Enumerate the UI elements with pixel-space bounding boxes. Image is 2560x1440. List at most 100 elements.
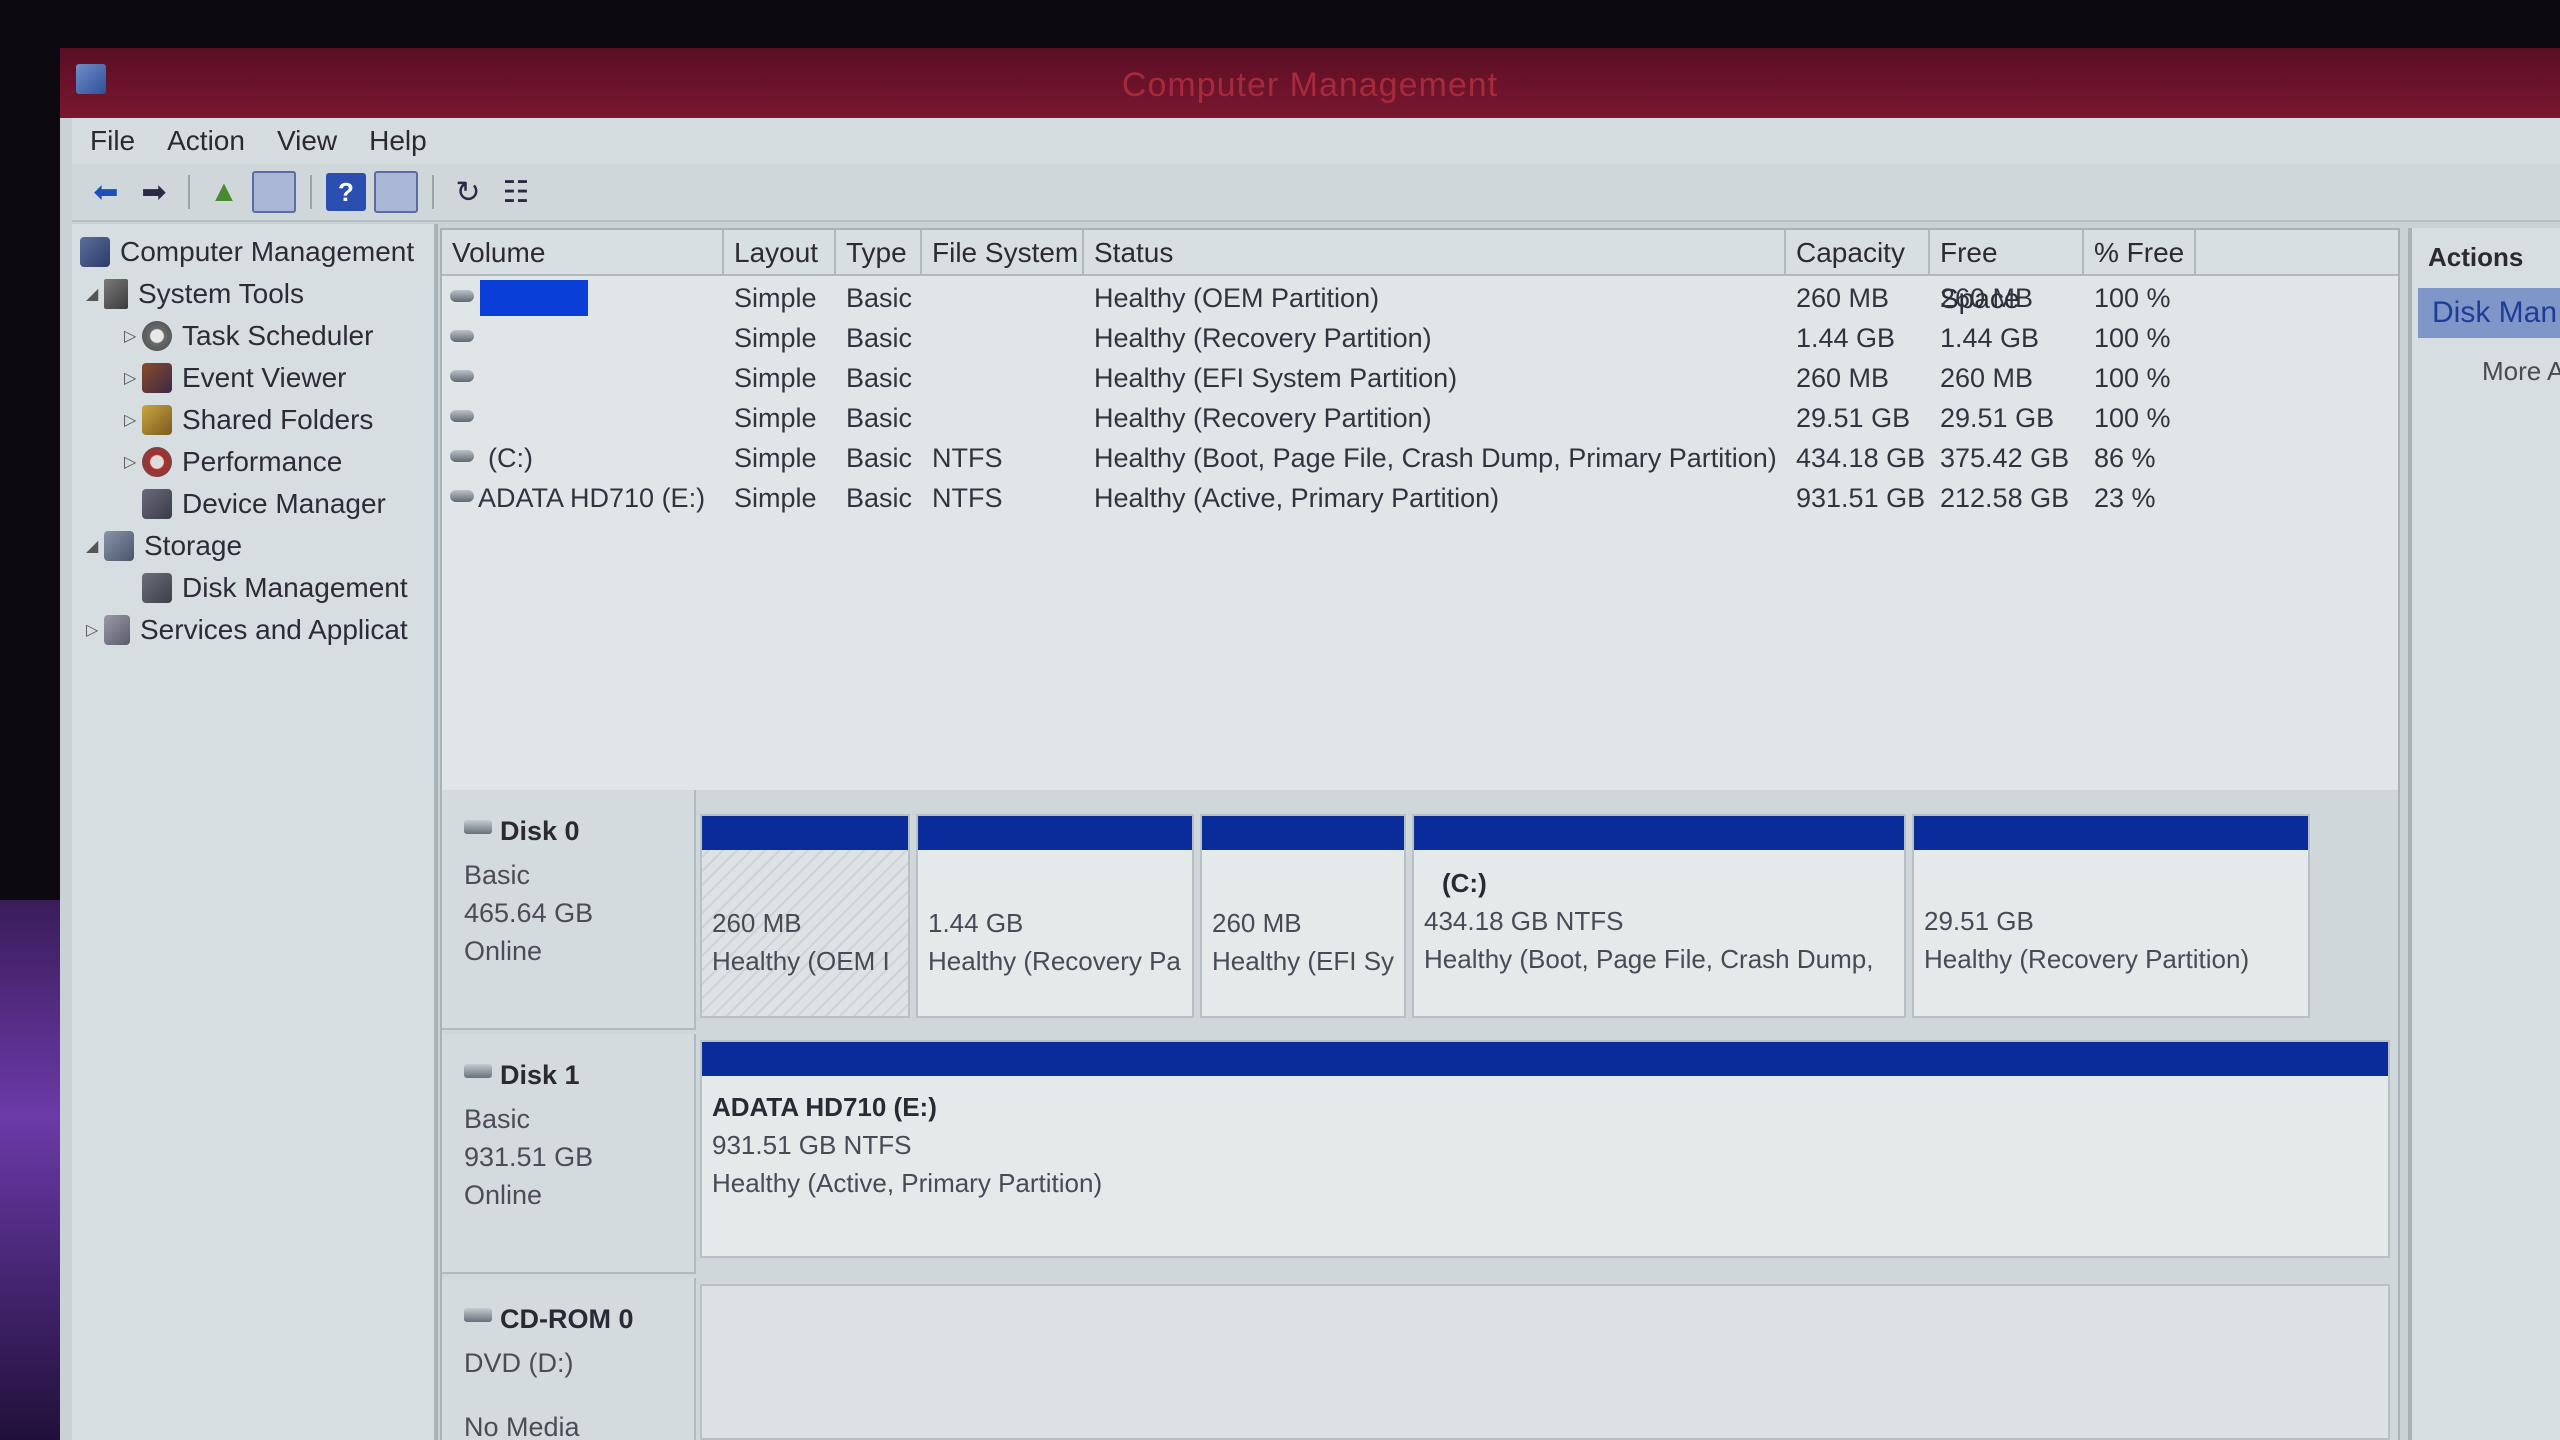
window-title: Computer Management bbox=[1121, 66, 1499, 104]
partition-size: 29.51 GB bbox=[1924, 906, 2034, 936]
volume-row[interactable]: Simple Basic Healthy (Recovery Partition… bbox=[442, 398, 2398, 438]
tree-item-event-viewer[interactable]: ▷ Event Viewer bbox=[124, 358, 346, 398]
disk-state: Online bbox=[464, 1180, 543, 1210]
up-folder-icon[interactable]: ▲ bbox=[204, 173, 244, 211]
volume-list: Volume Layout Type File System Status Ca… bbox=[440, 228, 2400, 792]
cell-capacity: 931.51 GB bbox=[1796, 483, 1926, 513]
tree-item-services-and-applications[interactable]: ▷ Services and Applicat bbox=[86, 610, 408, 650]
column-header-type[interactable]: Type bbox=[836, 230, 922, 274]
partition-c-drive[interactable]: (C:) 434.18 GB NTFS Healthy (Boot, Page … bbox=[1412, 814, 1906, 1018]
column-header-status[interactable]: Status bbox=[1084, 230, 1786, 274]
column-header-volume[interactable]: Volume bbox=[442, 230, 724, 274]
tree-item-storage[interactable]: ◢ Storage bbox=[86, 526, 242, 566]
menu-action[interactable]: Action bbox=[149, 125, 259, 157]
partition-recovery-1[interactable]: 1.44 GB Healthy (Recovery Pa bbox=[916, 814, 1194, 1018]
cell-status: Healthy (Active, Primary Partition) bbox=[1094, 483, 1500, 513]
collapsed-arrow-icon[interactable]: ▷ bbox=[86, 620, 104, 640]
cdrom-media-area[interactable] bbox=[700, 1284, 2390, 1440]
collapsed-arrow-icon[interactable]: ▷ bbox=[124, 452, 142, 472]
cell-percent-free: 100 % bbox=[2094, 283, 2171, 313]
disk-label-cdrom-0[interactable]: CD-ROM 0 DVD (D:) No Media bbox=[442, 1278, 696, 1440]
tree-item-computer-management[interactable]: Computer Management bbox=[80, 232, 414, 272]
partition-status: Healthy (OEM I bbox=[712, 946, 890, 976]
column-header-free-space[interactable]: Free Space bbox=[1930, 230, 2084, 314]
disk-size: 465.64 GB bbox=[464, 898, 594, 928]
tree-item-label: Services and Applicat bbox=[140, 614, 408, 645]
show-hide-tree-icon[interactable] bbox=[252, 171, 296, 213]
help-icon[interactable]: ? bbox=[326, 173, 366, 211]
tree-item-label: Computer Management bbox=[120, 236, 415, 267]
properties-icon[interactable]: ☷ bbox=[496, 173, 536, 211]
tree-item-label: Task Scheduler bbox=[182, 320, 374, 351]
collapsed-arrow-icon[interactable]: ▷ bbox=[124, 368, 142, 388]
view-panel-icon[interactable] bbox=[374, 171, 418, 213]
computer-management-icon bbox=[80, 237, 110, 267]
volume-row[interactable]: Simple Basic Healthy (Recovery Partition… bbox=[442, 318, 2398, 358]
disk-label-disk-0[interactable]: Disk 0 Basic 465.64 GB Online bbox=[442, 790, 696, 1030]
volume-row[interactable]: (C:) Simple Basic NTFS Healthy (Boot, Pa… bbox=[442, 438, 2398, 478]
refresh-icon[interactable]: ↻ bbox=[448, 173, 488, 211]
cell-status: Healthy (OEM Partition) bbox=[1094, 283, 1380, 313]
cell-layout: Simple bbox=[734, 323, 817, 353]
disk-label-disk-1[interactable]: Disk 1 Basic 931.51 GB Online bbox=[442, 1034, 696, 1274]
forward-arrow-icon[interactable]: ➡ bbox=[134, 173, 174, 211]
disk-management-icon bbox=[142, 573, 172, 603]
partition-bar bbox=[918, 816, 1192, 850]
partition-e-drive[interactable]: ADATA HD710 (E:) 931.51 GB NTFS Healthy … bbox=[700, 1040, 2390, 1258]
actions-title: Actions bbox=[2428, 242, 2524, 272]
tree-item-shared-folders[interactable]: ▷ Shared Folders bbox=[124, 400, 373, 440]
cell-type: Basic bbox=[846, 483, 913, 513]
disk-icon bbox=[464, 1064, 492, 1078]
cdrom-icon bbox=[464, 1308, 492, 1322]
cell-volume: (C:) bbox=[488, 443, 533, 473]
tree-item-label: Event Viewer bbox=[182, 362, 347, 393]
column-header-file-system[interactable]: File System bbox=[922, 230, 1084, 274]
cell-status: Healthy (Recovery Partition) bbox=[1094, 323, 1432, 353]
disk-row-disk-0: Disk 0 Basic 465.64 GB Online 260 MB Hea… bbox=[442, 790, 2398, 1030]
expanded-arrow-icon[interactable]: ◢ bbox=[86, 284, 104, 304]
cell-type: Basic bbox=[846, 363, 913, 393]
back-arrow-icon[interactable]: ⬅ bbox=[86, 173, 126, 211]
volume-list-header: Volume Layout Type File System Status Ca… bbox=[442, 230, 2398, 314]
cell-capacity: 260 MB bbox=[1796, 283, 1890, 313]
tree-item-task-scheduler[interactable]: ▷ Task Scheduler bbox=[124, 316, 373, 356]
cell-status: Healthy (Boot, Page File, Crash Dump, Pr… bbox=[1094, 443, 1777, 473]
tree-item-system-tools[interactable]: ◢ System Tools bbox=[86, 274, 304, 314]
volume-row[interactable]: ADATA HD710 (E:) Simple Basic NTFS Healt… bbox=[442, 478, 2398, 518]
partition-efi[interactable]: 260 MB Healthy (EFI Sy bbox=[1200, 814, 1406, 1018]
more-actions-link[interactable]: More A bbox=[2482, 356, 2560, 387]
column-header-percent-free[interactable]: % Free bbox=[2084, 230, 2196, 274]
expanded-arrow-icon[interactable]: ◢ bbox=[86, 536, 104, 556]
cell-layout: Simple bbox=[734, 403, 817, 433]
collapsed-arrow-icon[interactable]: ▷ bbox=[124, 326, 142, 346]
volume-row[interactable]: Simple Basic Healthy (EFI System Partiti… bbox=[442, 358, 2398, 398]
actions-selected-section[interactable]: Disk Man bbox=[2418, 288, 2560, 338]
menu-view[interactable]: View bbox=[259, 125, 351, 157]
collapsed-arrow-icon[interactable]: ▷ bbox=[124, 410, 142, 430]
cell-volume: ADATA HD710 (E:) bbox=[478, 483, 706, 513]
cell-percent-free: 100 % bbox=[2094, 323, 2171, 353]
partition-status: Healthy (Boot, Page File, Crash Dump, bbox=[1424, 944, 1874, 974]
disk-row-disk-1: Disk 1 Basic 931.51 GB Online ADATA HD71… bbox=[442, 1034, 2398, 1274]
partition-bar bbox=[1202, 816, 1404, 850]
disk-type: Basic bbox=[464, 1104, 531, 1134]
tree-item-device-manager[interactable]: Device Manager bbox=[142, 484, 386, 524]
disk-name: Disk 0 bbox=[500, 816, 580, 846]
menu-file[interactable]: File bbox=[72, 125, 149, 157]
cell-type: Basic bbox=[846, 323, 913, 353]
disk-row-cdrom-0: CD-ROM 0 DVD (D:) No Media bbox=[442, 1278, 2398, 1440]
partition-size: 1.44 GB bbox=[928, 908, 1024, 938]
cell-free-space: 212.58 GB bbox=[1940, 483, 2070, 513]
tree-item-disk-management[interactable]: Disk Management bbox=[142, 568, 408, 608]
tree-item-label: Device Manager bbox=[182, 488, 386, 519]
column-header-layout[interactable]: Layout bbox=[724, 230, 836, 274]
tree-item-performance[interactable]: ▷ Performance bbox=[124, 442, 342, 482]
storage-icon bbox=[104, 531, 134, 561]
volume-icon bbox=[450, 410, 474, 422]
column-header-capacity[interactable]: Capacity bbox=[1786, 230, 1930, 274]
partition-oem[interactable]: 260 MB Healthy (OEM I bbox=[700, 814, 910, 1018]
cell-percent-free: 100 % bbox=[2094, 363, 2171, 393]
partition-recovery-2[interactable]: 29.51 GB Healthy (Recovery Partition) bbox=[1912, 814, 2310, 1018]
menu-help[interactable]: Help bbox=[351, 125, 441, 157]
volume-row[interactable]: Simple Basic Healthy (OEM Partition) 260… bbox=[442, 278, 2398, 318]
